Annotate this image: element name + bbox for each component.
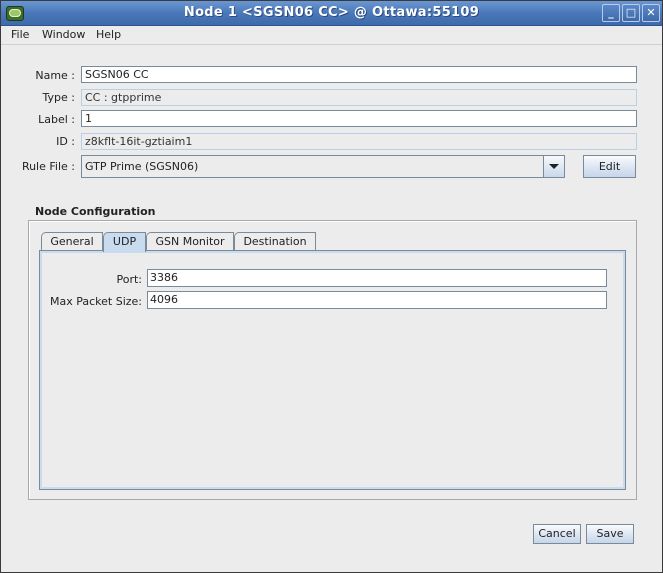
port-input[interactable]: 3386 — [147, 269, 607, 287]
rule-file-label: Rule File : — [21, 160, 75, 173]
tab-gsn-monitor[interactable]: GSN Monitor — [146, 232, 234, 250]
title-bar[interactable]: Node 1 <SGSN06 CC> @ Ottawa:55109 _ □ ✕ — [1, 1, 662, 26]
name-label: Name : — [35, 69, 75, 82]
maximize-button[interactable]: □ — [622, 4, 640, 22]
chevron-down-icon[interactable] — [543, 156, 564, 177]
tab-general[interactable]: General — [41, 232, 103, 250]
type-label: Type : — [42, 91, 75, 104]
menu-window[interactable]: Window — [42, 28, 85, 41]
minimize-icon: _ — [608, 6, 614, 19]
max-packet-size-label: Max Packet Size: — [49, 295, 142, 308]
node-editor-window: Node 1 <SGSN06 CC> @ Ottawa:55109 _ □ ✕ … — [0, 0, 663, 573]
window-title: Node 1 <SGSN06 CC> @ Ottawa:55109 — [183, 5, 480, 20]
id-field: z8kflt-16it-gztiaim1 — [81, 133, 637, 150]
name-input[interactable]: SGSN06 CC — [81, 66, 637, 83]
max-packet-size-input[interactable]: 4096 — [147, 291, 607, 309]
tab-destination[interactable]: Destination — [234, 232, 316, 250]
edit-button[interactable]: Edit — [583, 155, 636, 178]
minimize-button[interactable]: _ — [602, 4, 620, 22]
menu-help[interactable]: Help — [96, 28, 121, 41]
save-button[interactable]: Save — [586, 524, 634, 544]
close-button[interactable]: ✕ — [642, 4, 660, 22]
type-field: CC : gtpprime — [81, 89, 637, 106]
id-label: ID : — [56, 135, 75, 148]
label-label: Label : — [38, 113, 75, 126]
close-icon: ✕ — [646, 6, 656, 19]
menu-bar: File Window Help — [1, 26, 662, 45]
cancel-button[interactable]: Cancel — [533, 524, 581, 544]
tab-udp[interactable]: UDP — [103, 232, 146, 252]
maximize-icon: □ — [625, 6, 637, 19]
rule-file-value: GTP Prime (SGSN06) — [85, 160, 199, 173]
node-configuration-title: Node Configuration — [35, 205, 156, 218]
port-label: Port: — [116, 273, 142, 286]
label-input[interactable]: 1 — [81, 110, 637, 127]
rule-file-select[interactable]: GTP Prime (SGSN06) — [81, 155, 565, 178]
menu-file[interactable]: File — [11, 28, 29, 41]
